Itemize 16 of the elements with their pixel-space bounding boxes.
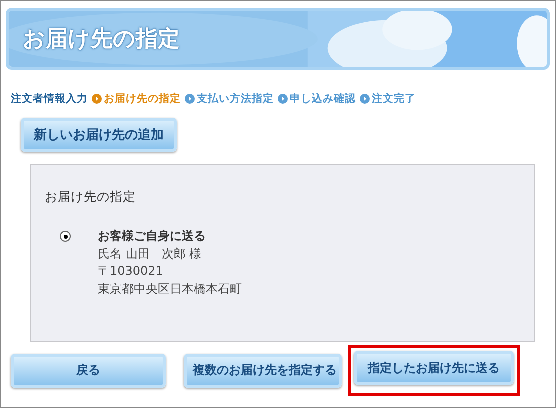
- action-button[interactable]: 複数のお届け先を指定する: [184, 354, 342, 388]
- address-line: 東京都中央区日本橋本石町: [98, 280, 242, 298]
- add-address-button[interactable]: 新しいお届け先の追加: [21, 118, 177, 152]
- progress-step: 注文完了: [372, 92, 416, 106]
- action-button[interactable]: 指定したお届け先に送る: [354, 351, 514, 385]
- progress-step: 注文者情報入力: [11, 92, 88, 106]
- progress-step: 支払い方法指定: [197, 92, 274, 106]
- panel-heading: お届け先の指定: [45, 189, 137, 206]
- address-line: 〒1030021: [98, 263, 164, 280]
- page-title: お届け先の指定: [23, 26, 180, 54]
- progress-step: 申し込み確認: [290, 92, 356, 106]
- address-line: 氏名 山田 次郎 様: [98, 246, 203, 262]
- option-label: お客様ご自身に送る: [98, 228, 207, 245]
- radio-button[interactable]: [60, 231, 71, 242]
- progress-step: お届け先の指定: [104, 92, 181, 106]
- action-button[interactable]: 戻る: [11, 354, 166, 388]
